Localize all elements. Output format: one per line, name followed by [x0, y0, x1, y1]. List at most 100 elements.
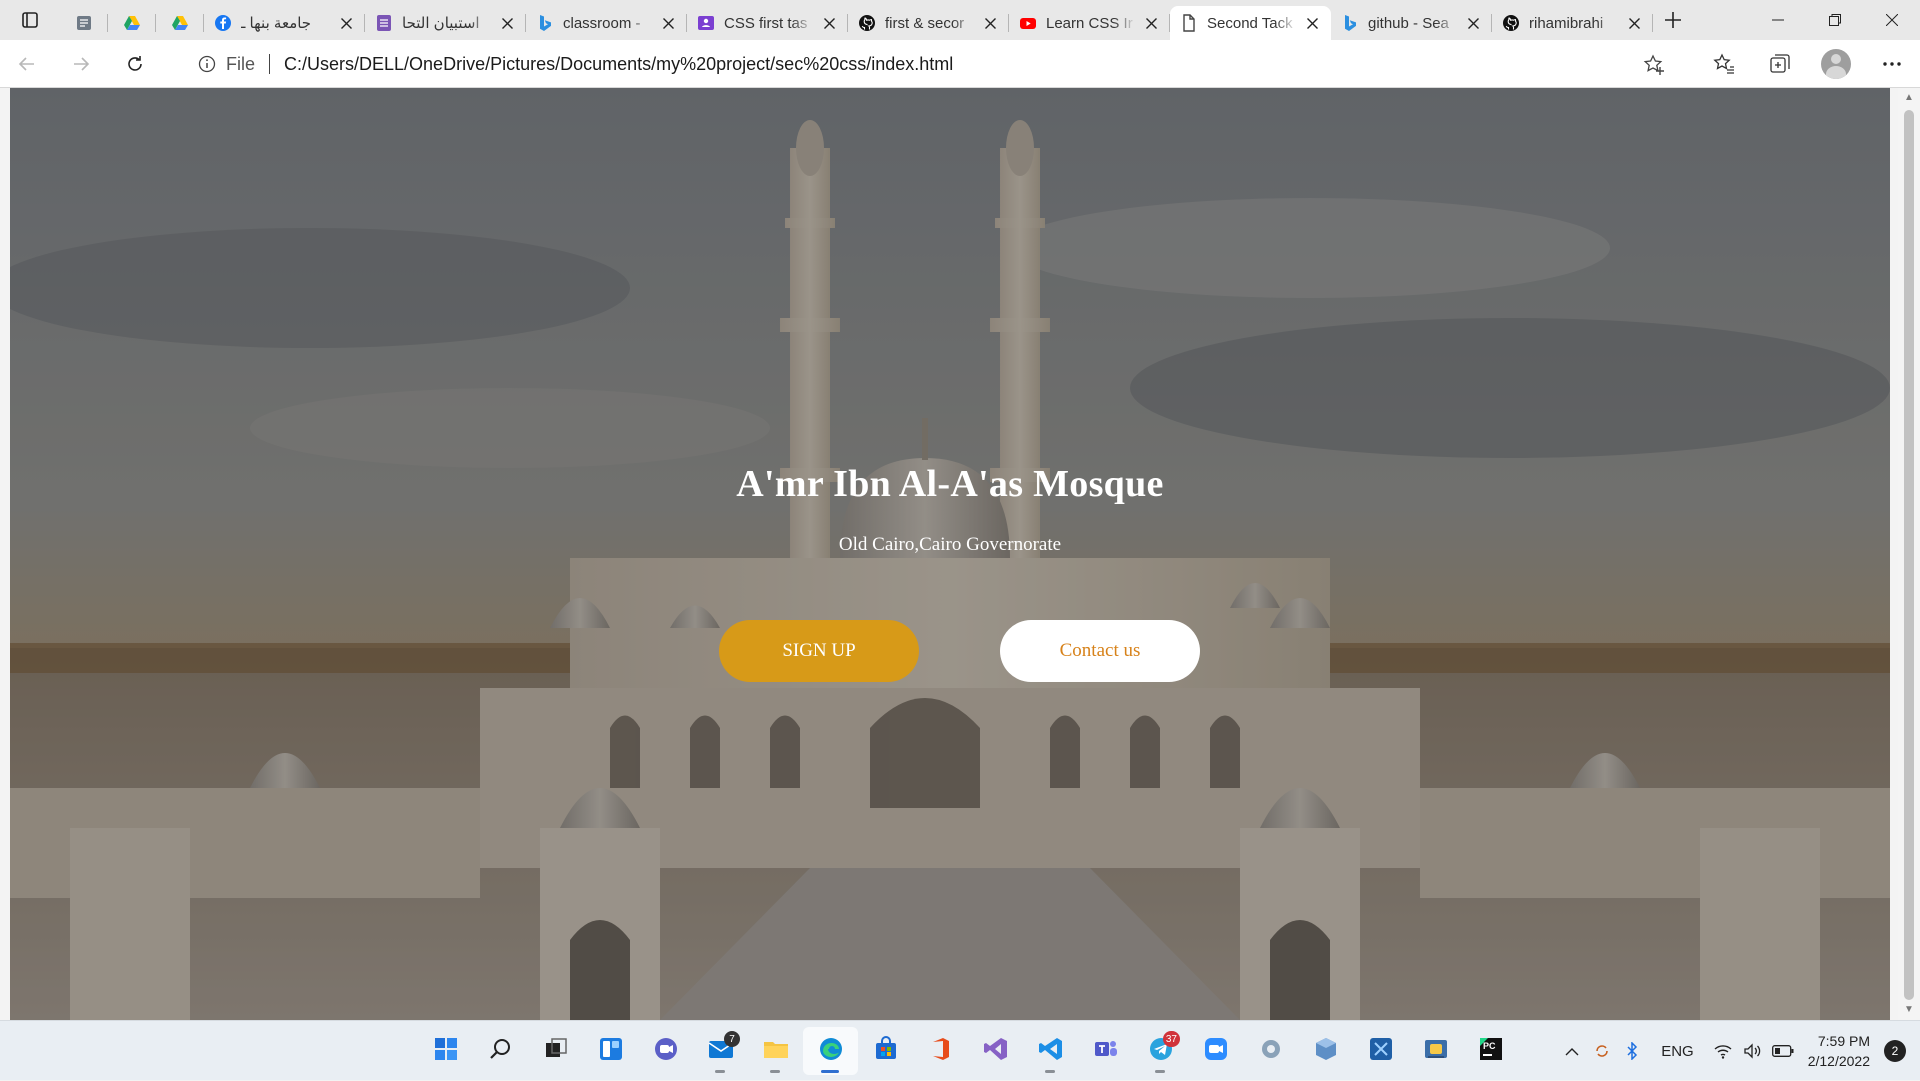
battery-icon[interactable]: [1768, 1021, 1798, 1081]
close-tab-icon[interactable]: [1625, 14, 1643, 32]
zoom-icon: [1202, 1035, 1230, 1068]
forms-icon: [375, 14, 393, 32]
browser-tab[interactable]: rihamibrahi: [1492, 6, 1653, 40]
bluetooth-icon[interactable]: [1617, 1021, 1647, 1081]
taskbar-app-visual-studio[interactable]: [968, 1027, 1023, 1075]
tab-title: Learn CSS Ir: [1046, 14, 1133, 32]
close-tab-icon[interactable]: [1142, 14, 1160, 32]
back-button[interactable]: [0, 40, 54, 88]
taskbar-app-vscode[interactable]: [1023, 1027, 1078, 1075]
forward-button[interactable]: [54, 40, 108, 88]
close-tab-icon[interactable]: [820, 14, 838, 32]
collections-button[interactable]: [1752, 40, 1808, 88]
running-indicator: [715, 1070, 725, 1073]
page-title: A'mr Ibn Al-A'as Mosque: [736, 463, 1164, 505]
language-indicator[interactable]: ENG: [1647, 1043, 1708, 1060]
tab-title: github - Sea: [1368, 14, 1449, 32]
browser-tab[interactable]: classroom -: [526, 6, 687, 40]
browser-tab[interactable]: [156, 6, 204, 40]
taskbar-app-app[interactable]: [1243, 1027, 1298, 1075]
location-subtitle: Old Cairo,Cairo Governorate: [838, 534, 1062, 555]
github-icon: [858, 14, 876, 32]
back-arrow-icon: [18, 56, 34, 71]
taskbar-app-mail[interactable]: 7: [693, 1027, 748, 1075]
add-favorite-icon[interactable]: [1642, 53, 1666, 77]
taskbar-app-task-view[interactable]: [528, 1027, 583, 1075]
close-tab-icon[interactable]: [981, 14, 999, 32]
running-indicator: [1155, 1070, 1165, 1073]
info-icon[interactable]: [196, 53, 218, 75]
scrollbar-thumb[interactable]: [1904, 110, 1914, 1000]
pycharm-icon: PC: [1477, 1035, 1505, 1068]
vscode-icon: [1037, 1035, 1065, 1068]
url-separator: [269, 54, 271, 74]
taskbar-app-file-explorer[interactable]: [748, 1027, 803, 1075]
scroll-up-icon[interactable]: ▲: [1903, 92, 1915, 104]
teams-icon: [1092, 1035, 1120, 1068]
plus-icon: [1665, 12, 1681, 28]
store-icon: [872, 1035, 900, 1068]
close-tab-icon[interactable]: [1464, 14, 1482, 32]
github-icon: [1502, 14, 1520, 32]
taskbar-app-start[interactable]: [418, 1027, 473, 1075]
close-window-button[interactable]: [1863, 0, 1920, 40]
browser-tab[interactable]: Learn CSS Ir: [1009, 6, 1170, 40]
volume-icon[interactable]: [1738, 1021, 1768, 1081]
taskbar-app-teams[interactable]: [1078, 1027, 1133, 1075]
notification-count-badge[interactable]: 2: [1884, 1040, 1906, 1062]
url-text[interactable]: C:/Users/DELL/OneDrive/Pictures/Document…: [284, 54, 953, 75]
minimize-button[interactable]: [1749, 0, 1806, 40]
tab-title: rihamibrahi: [1529, 14, 1604, 32]
classroom-icon: [697, 14, 715, 32]
browser-tab[interactable]: first & secor: [848, 6, 1009, 40]
taskbar-app-zoom[interactable]: [1188, 1027, 1243, 1075]
browser-tab[interactable]: استبيان التحا: [365, 6, 526, 40]
taskbar-app-pycharm[interactable]: PC: [1463, 1027, 1518, 1075]
chevron-up-icon: [1565, 1048, 1579, 1056]
running-indicator: [821, 1070, 839, 1073]
clock[interactable]: 7:59 PM 2/12/2022: [1798, 1031, 1878, 1071]
close-tab-icon[interactable]: [1303, 14, 1321, 32]
contact-us-button[interactable]: Contact us: [1000, 620, 1200, 682]
taskbar-app-telegram[interactable]: 37: [1133, 1027, 1188, 1075]
close-tab-icon[interactable]: [337, 14, 355, 32]
taskbar-app-office[interactable]: [913, 1027, 968, 1075]
scroll-down-icon[interactable]: ▼: [1903, 1004, 1915, 1016]
profile-button[interactable]: [1808, 40, 1864, 88]
tab-title: استبيان التحا: [402, 15, 480, 32]
task-view-icon: [542, 1035, 570, 1068]
wifi-icon[interactable]: [1708, 1021, 1738, 1081]
taskbar-app-snipping[interactable]: [1353, 1027, 1408, 1075]
tab-actions-button[interactable]: [0, 0, 60, 40]
favorites-button[interactable]: [1696, 40, 1752, 88]
browser-tab[interactable]: CSS first tas: [687, 6, 848, 40]
taskbar-app-chat[interactable]: [638, 1027, 693, 1075]
taskbar-app-edge[interactable]: [803, 1027, 858, 1075]
taskbar-app-widgets[interactable]: [583, 1027, 638, 1075]
close-tab-icon[interactable]: [659, 14, 677, 32]
taskbar-app-python[interactable]: [1408, 1027, 1463, 1075]
settings-more-button[interactable]: [1864, 40, 1920, 88]
minimize-icon: [1771, 19, 1784, 21]
taskbar-app-store[interactable]: [858, 1027, 913, 1075]
browser-tab[interactable]: Second Tack: [1170, 6, 1331, 40]
browser-tab[interactable]: github - Sea: [1331, 6, 1492, 40]
vertical-scrollbar[interactable]: ▲ ▼: [1898, 88, 1920, 1020]
youtube-icon: [1019, 14, 1037, 32]
signup-button[interactable]: SIGN UP: [719, 620, 919, 682]
visual-studio-icon: [982, 1035, 1010, 1068]
browser-tab[interactable]: [60, 6, 108, 40]
taskbar-app-virtualbox[interactable]: [1298, 1027, 1353, 1075]
show-hidden-icons-button[interactable]: [1557, 1021, 1587, 1081]
python-icon: [1422, 1035, 1450, 1068]
new-tab-button[interactable]: [1653, 0, 1693, 40]
close-tab-icon[interactable]: [498, 14, 516, 32]
taskbar-app-search[interactable]: [473, 1027, 528, 1075]
address-bar[interactable]: File C:/Users/DELL/OneDrive/Pictures/Doc…: [180, 46, 1680, 82]
restore-button[interactable]: [1806, 0, 1863, 40]
close-icon: [1885, 14, 1898, 26]
browser-tab[interactable]: جامعة بنها ـ: [204, 6, 365, 40]
browser-tab[interactable]: [108, 6, 156, 40]
sync-icon[interactable]: [1587, 1021, 1617, 1081]
refresh-button[interactable]: [108, 40, 162, 88]
